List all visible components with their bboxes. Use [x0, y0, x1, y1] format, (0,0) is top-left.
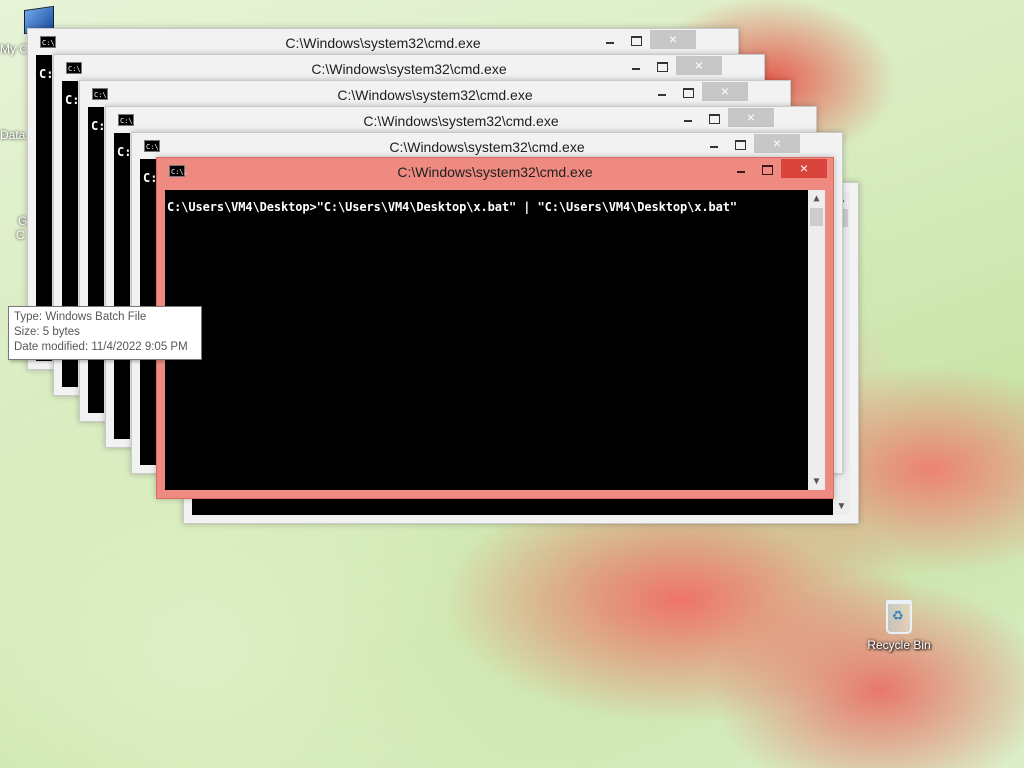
desktop-icon-label-c[interactable]: C	[16, 228, 25, 242]
cmd-window-active[interactable]: C:\. C:\Windows\system32\cmd.exe × C:\Us…	[156, 157, 834, 499]
scroll-down-arrow-icon[interactable]: ▼	[833, 498, 850, 515]
tooltip-size: Size: 5 bytes	[14, 326, 80, 338]
desktop-icon-label-data[interactable]: Data	[0, 128, 25, 142]
minimize-button[interactable]	[702, 135, 726, 155]
cmd-console-active[interactable]: C:\Users\VM4\Desktop>"C:\Users\VM4\Deskt…	[165, 190, 825, 490]
close-button[interactable]: ×	[676, 56, 722, 75]
maximize-button[interactable]	[702, 109, 726, 129]
recycle-bin-icon	[886, 600, 912, 634]
title-bar[interactable]: C:\. C:\Windows\system32\cmd.exe ×	[106, 107, 816, 133]
prompt-fragment: C:	[39, 67, 54, 81]
desktop-icon-label-g[interactable]: G	[18, 214, 27, 228]
maximize-button[interactable]	[728, 135, 752, 155]
prompt-fragment: C:	[117, 145, 132, 159]
recycle-bin-shortcut[interactable]: Recycle Bin	[864, 600, 934, 652]
cmd-console[interactable]: C:	[114, 133, 132, 439]
title-bar[interactable]: C:\. C:\Windows\system32\cmd.exe ×	[157, 158, 833, 184]
cmd-console[interactable]: C:	[88, 107, 106, 413]
minimize-button[interactable]	[598, 31, 622, 51]
tooltip-date: Date modified: 11/4/2022 9:05 PM	[14, 341, 188, 353]
command-line-output: C:\Users\VM4\Desktop>"C:\Users\VM4\Deskt…	[167, 200, 737, 214]
file-tooltip: Type: Windows Batch File Size: 5 bytes D…	[8, 306, 202, 360]
prompt-fragment: C:	[65, 93, 80, 107]
scroll-thumb[interactable]	[810, 208, 823, 226]
title-bar[interactable]: C:\. C:\Windows\system32\cmd.exe ×	[54, 55, 764, 81]
title-bar[interactable]: C:\. C:\Windows\system32\cmd.exe ×	[132, 133, 842, 159]
prompt-fragment: C:	[91, 119, 106, 133]
close-button[interactable]: ×	[754, 134, 800, 153]
close-button[interactable]: ×	[702, 82, 748, 101]
scrollbar[interactable]: ▲ ▼	[808, 190, 825, 490]
scroll-up-arrow-icon[interactable]: ▲	[808, 190, 825, 207]
close-button[interactable]: ×	[650, 30, 696, 49]
tooltip-type: Type: Windows Batch File	[14, 311, 147, 323]
maximize-button[interactable]	[755, 160, 779, 180]
close-button[interactable]: ×	[728, 108, 774, 127]
scroll-down-arrow-icon[interactable]: ▼	[808, 473, 825, 490]
minimize-button[interactable]	[624, 57, 648, 77]
maximize-button[interactable]	[676, 83, 700, 103]
maximize-button[interactable]	[650, 57, 674, 77]
recycle-bin-label: Recycle Bin	[867, 638, 931, 652]
minimize-button[interactable]	[676, 109, 700, 129]
desktop-icon-label-my-computer[interactable]: My C	[0, 42, 28, 56]
close-button[interactable]: ×	[781, 159, 827, 178]
minimize-button[interactable]	[729, 160, 753, 180]
title-bar[interactable]: C:\. C:\Windows\system32\cmd.exe ×	[28, 29, 738, 55]
maximize-button[interactable]	[624, 31, 648, 51]
minimize-button[interactable]	[650, 83, 674, 103]
title-bar[interactable]: C:\. C:\Windows\system32\cmd.exe ×	[80, 81, 790, 107]
